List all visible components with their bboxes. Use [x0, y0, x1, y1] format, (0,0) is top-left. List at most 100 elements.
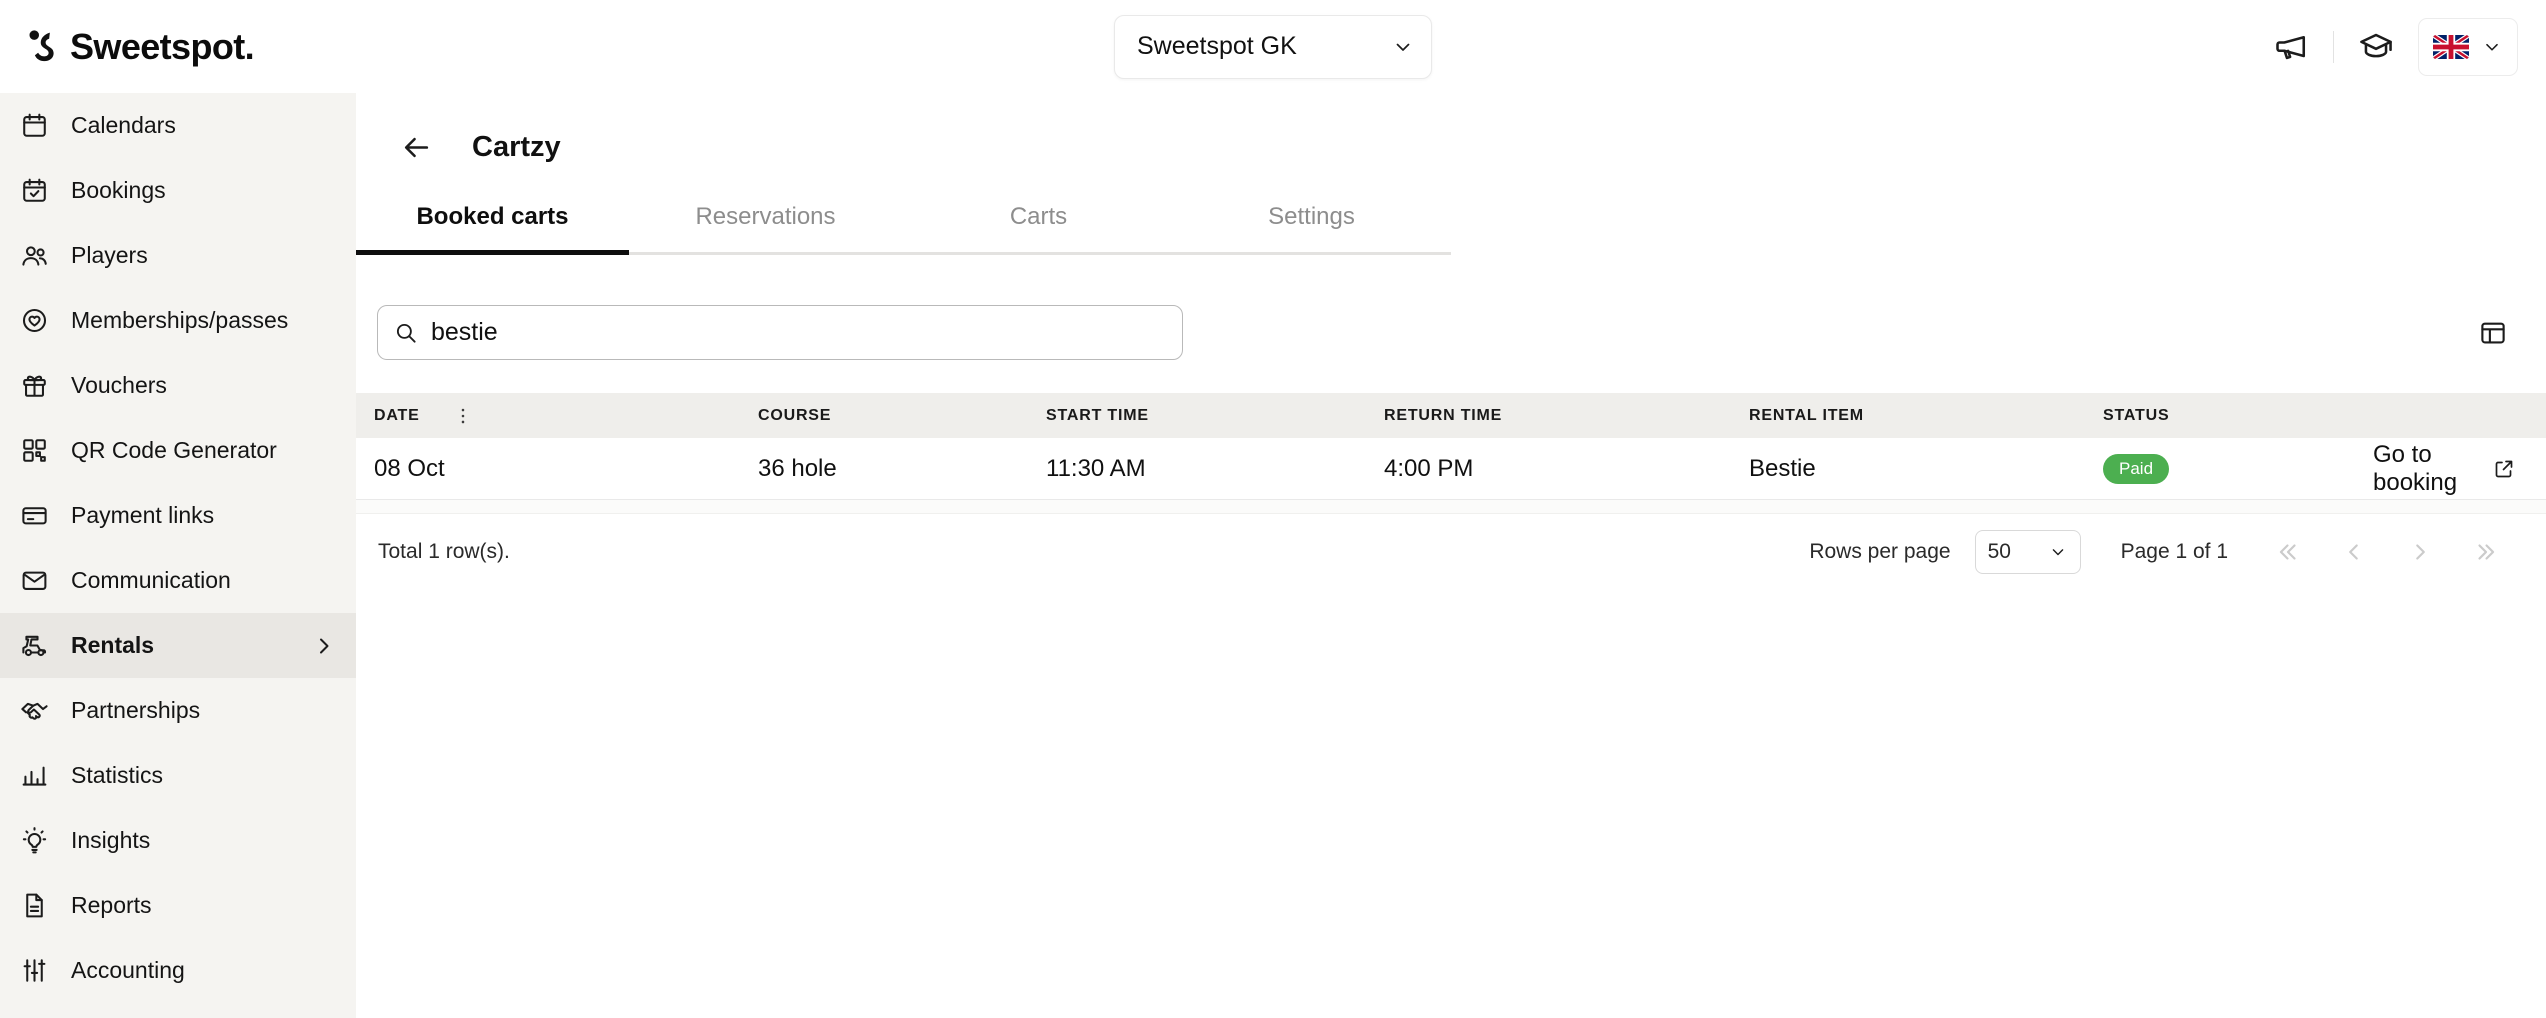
sidebar-item-label: Memberships/passes	[71, 307, 288, 334]
sidebar-item-label: Payment links	[71, 502, 214, 529]
go-to-booking-link[interactable]: Go to booking	[2373, 441, 2516, 497]
main-content: Cartzy Booked carts Reservations Carts S…	[356, 93, 2546, 1018]
column-header-rental-item: RENTAL ITEM	[1749, 407, 2103, 425]
previous-page-button[interactable]	[2334, 532, 2374, 572]
document-icon	[20, 891, 49, 920]
chevron-down-icon	[1391, 35, 1415, 59]
total-rows-text: Total 1 row(s).	[378, 540, 510, 564]
sidebar-item-communication[interactable]: Communication	[0, 548, 356, 613]
column-header-start-time: START TIME	[1046, 407, 1384, 425]
topbar: Sweetspot. Sweetspot GK	[0, 0, 2546, 93]
academy-icon	[2358, 29, 2394, 65]
pagination-controls	[2268, 532, 2506, 572]
sidebar-item-players[interactable]: Players	[0, 223, 356, 288]
last-page-button[interactable]	[2466, 532, 2506, 572]
tab-carts[interactable]: Carts	[902, 203, 1175, 252]
search-box	[377, 305, 1183, 360]
sidebar-item-label: Insights	[71, 827, 150, 854]
tab-settings[interactable]: Settings	[1175, 203, 1448, 252]
table-layout-button[interactable]	[2478, 318, 2508, 348]
sweetspot-logo-icon	[28, 28, 58, 66]
cell-status: Paid	[2103, 453, 2373, 484]
announcement-button[interactable]	[2273, 29, 2309, 65]
chevron-right-icon	[312, 634, 336, 658]
cell-course: 36 hole	[758, 455, 1046, 483]
column-header-status: STATUS	[2103, 407, 2373, 425]
sidebar-item-label: Statistics	[71, 762, 163, 789]
next-page-icon	[2407, 539, 2433, 565]
first-page-icon	[2275, 539, 2301, 565]
sidebar-item-bookings[interactable]: Bookings	[0, 158, 356, 223]
rows-per-page-value: 50	[1988, 540, 2011, 564]
sidebar-item-label: Reports	[71, 892, 152, 919]
first-page-button[interactable]	[2268, 532, 2308, 572]
column-label-date: DATE	[374, 407, 420, 425]
sidebar-item-label: Communication	[71, 567, 231, 594]
golf-cart-icon	[20, 631, 49, 660]
sidebar-item-insights[interactable]: Insights	[0, 808, 356, 873]
next-page-button[interactable]	[2400, 532, 2440, 572]
sidebar-item-label: QR Code Generator	[71, 437, 277, 464]
topbar-divider	[2333, 31, 2334, 63]
sidebar-item-label: Vouchers	[71, 372, 167, 399]
booking-calendar-check-icon	[20, 176, 49, 205]
previous-page-icon	[2341, 539, 2367, 565]
cell-start-time: 11:30 AM	[1046, 455, 1384, 483]
column-header-date: DATE	[374, 405, 758, 427]
language-selector[interactable]	[2418, 18, 2518, 76]
page-info: Page 1 of 1	[2121, 540, 2228, 564]
sidebar: Calendars Bookings Players Memberships/p…	[0, 93, 356, 1018]
status-badge: Paid	[2103, 454, 2169, 484]
table-row: 08 Oct 36 hole 11:30 AM 4:00 PM Bestie P…	[356, 438, 2546, 500]
sidebar-item-accounting[interactable]: Accounting	[0, 938, 356, 1003]
back-button[interactable]	[401, 132, 432, 163]
brand-name: Sweetspot.	[70, 26, 254, 68]
payment-card-icon	[20, 501, 49, 530]
chevron-down-icon	[2048, 542, 2068, 562]
uk-flag-icon	[2433, 35, 2469, 59]
page-title: Cartzy	[472, 131, 561, 164]
column-header-course: COURSE	[758, 407, 1046, 425]
sidebar-item-qr-code-generator[interactable]: QR Code Generator	[0, 418, 356, 483]
toolbar	[356, 305, 2546, 360]
tab-booked-carts[interactable]: Booked carts	[356, 203, 629, 252]
sidebar-item-label: Bookings	[71, 177, 166, 204]
arrow-left-icon	[401, 132, 432, 163]
sweetspot-logo[interactable]: Sweetspot.	[28, 26, 254, 68]
sidebar-item-label: Accounting	[71, 957, 185, 984]
sidebar-item-rentals[interactable]: Rentals	[0, 613, 356, 678]
sidebar-item-partnerships[interactable]: Partnerships	[0, 678, 356, 743]
bar-chart-icon	[20, 761, 49, 790]
tab-reservations[interactable]: Reservations	[629, 203, 902, 252]
sidebar-item-label: Players	[71, 242, 148, 269]
sidebar-item-reports[interactable]: Reports	[0, 873, 356, 938]
table-bottom-strip	[356, 500, 2546, 514]
table-header-row: DATE COURSE START TIME RETURN TIME RENTA…	[356, 393, 2546, 438]
sidebar-item-label: Rentals	[71, 632, 154, 659]
cell-return-time: 4:00 PM	[1384, 455, 1749, 483]
tab-bar: Booked carts Reservations Carts Settings	[356, 203, 1451, 255]
lightbulb-icon	[20, 826, 49, 855]
players-icon	[20, 241, 49, 270]
search-input[interactable]	[431, 318, 1167, 347]
topbar-actions	[2273, 18, 2518, 76]
sidebar-item-calendars[interactable]: Calendars	[0, 93, 356, 158]
last-page-icon	[2473, 539, 2499, 565]
sidebar-item-payment-links[interactable]: Payment links	[0, 483, 356, 548]
sidebar-item-vouchers[interactable]: Vouchers	[0, 353, 356, 418]
page-header: Cartzy	[401, 123, 2546, 171]
organization-selector[interactable]: Sweetspot GK	[1114, 15, 1432, 79]
qr-code-icon	[20, 436, 49, 465]
sidebar-item-memberships[interactable]: Memberships/passes	[0, 288, 356, 353]
academy-button[interactable]	[2358, 29, 2394, 65]
cell-rental-item: Bestie	[1749, 455, 2103, 483]
sliders-icon	[20, 956, 49, 985]
table-layout-icon	[2478, 318, 2508, 348]
search-icon	[393, 320, 419, 346]
dots-vertical-icon[interactable]	[452, 405, 474, 427]
pagination-bar: Rows per page 50 Page 1 of 1	[1809, 530, 2506, 574]
sidebar-item-statistics[interactable]: Statistics	[0, 743, 356, 808]
handshake-icon	[20, 696, 49, 725]
rows-per-page-select[interactable]: 50	[1975, 530, 2081, 574]
cell-date: 08 Oct	[374, 455, 758, 483]
